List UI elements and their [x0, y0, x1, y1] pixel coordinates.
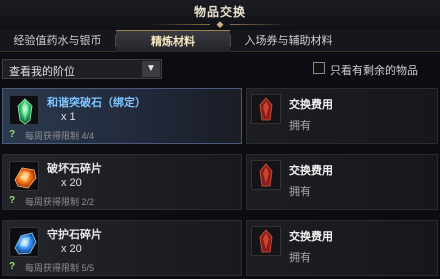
- item-name: 守护石碎片: [47, 229, 102, 241]
- title-bar: 物品交换 ◆: [0, 0, 440, 30]
- weekly-limit: 每周获得限制 2/2: [25, 197, 95, 207]
- weekly-limit: 每周获得限制 4/4: [25, 131, 95, 141]
- remaining-only-label: 只看有剩余的物品: [330, 65, 418, 77]
- window-title: 物品交换: [193, 5, 246, 19]
- cost-card: 交换费用 拥有: [246, 220, 438, 276]
- tab-exp-potions-silver[interactable]: 经验值药水与银币: [0, 30, 115, 52]
- green-crystal-icon: [9, 95, 39, 125]
- cost-material-icon: [251, 94, 281, 124]
- rank-filter-dropdown[interactable]: 查看我的阶位 ▼: [2, 59, 162, 79]
- rank-filter-value: 查看我的阶位: [9, 66, 75, 78]
- cost-material-icon: [251, 160, 281, 190]
- item-quantity: x 20: [61, 243, 82, 255]
- owned-label: 拥有: [289, 252, 311, 264]
- cost-label: 交换费用: [289, 231, 333, 243]
- tab-tickets-aux-materials[interactable]: 入场券与辅助材料: [231, 30, 346, 52]
- tab-refining-materials[interactable]: 精炼材料: [116, 30, 230, 52]
- item-card[interactable]: 破坏石碎片 x 20 ? 每周获得限制 2/2: [2, 154, 242, 210]
- item-quantity: x 20: [61, 177, 82, 189]
- owned-label: 拥有: [289, 186, 311, 198]
- item-name: 破坏石碎片: [47, 163, 102, 175]
- owned-label: 拥有: [289, 120, 311, 132]
- exchange-row: 破坏石碎片 x 20 ? 每周获得限制 2/2 交换费用 拥有: [2, 154, 438, 212]
- item-quantity: x 1: [61, 111, 76, 123]
- help-icon[interactable]: ?: [9, 196, 19, 206]
- weekly-limit: 每周获得限制 5/5: [25, 263, 95, 273]
- title-ornament-icon: ◆: [216, 19, 224, 29]
- item-card[interactable]: 守护石碎片 x 20 ? 每周获得限制 5/5: [2, 220, 242, 276]
- blue-shard-icon: [9, 227, 39, 257]
- cost-card: 交换费用 拥有: [246, 88, 438, 144]
- fire-shard-icon: [9, 161, 39, 191]
- remaining-only-checkbox[interactable]: [313, 62, 325, 74]
- cost-label: 交换费用: [289, 99, 333, 111]
- cost-label: 交换费用: [289, 165, 333, 177]
- title-divider-right: [230, 24, 290, 25]
- cost-material-icon: [251, 226, 281, 256]
- title-divider-left: [150, 24, 210, 25]
- item-name: 和谐突破石（绑定）: [47, 97, 146, 109]
- exchange-row: 守护石碎片 x 20 ? 每周获得限制 5/5 交换费用 拥有: [2, 220, 438, 278]
- item-card[interactable]: 和谐突破石（绑定） x 1 ? 每周获得限制 4/4: [2, 88, 242, 144]
- chevron-down-icon[interactable]: ▼: [142, 61, 160, 77]
- help-icon[interactable]: ?: [9, 130, 19, 140]
- exchange-row: 和谐突破石（绑定） x 1 ? 每周获得限制 4/4 交换费用 拥有: [2, 88, 438, 146]
- cost-card: 交换费用 拥有: [246, 154, 438, 210]
- tab-bar: 经验值药水与银币 精炼材料 入场券与辅助材料: [0, 30, 440, 52]
- help-icon[interactable]: ?: [9, 262, 19, 272]
